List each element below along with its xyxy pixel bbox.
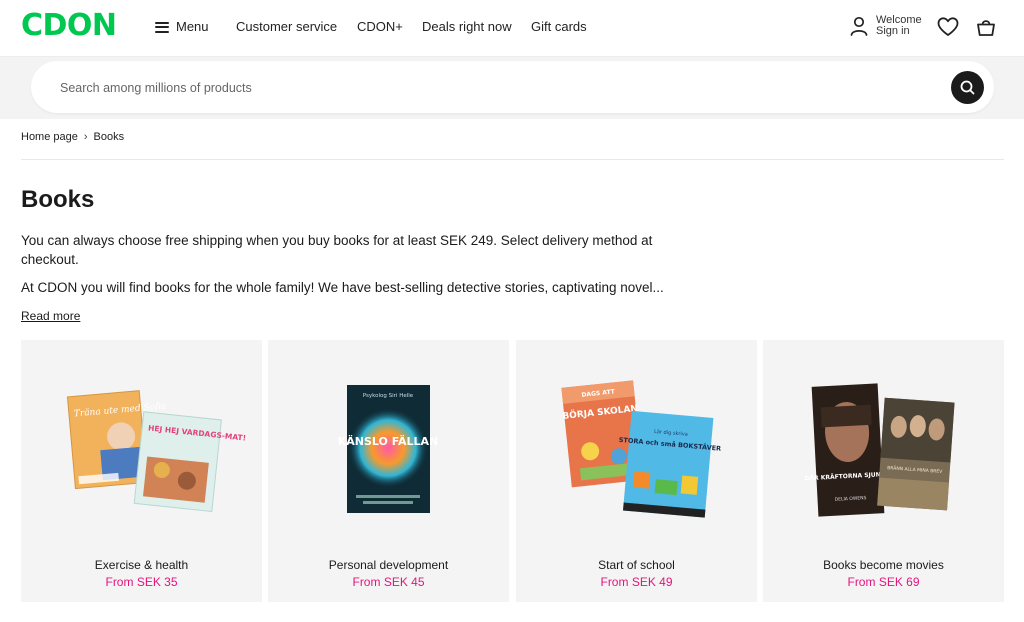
cart-button[interactable] bbox=[975, 16, 997, 38]
category-price: From SEK 45 bbox=[352, 575, 425, 589]
menu-label: Menu bbox=[176, 19, 209, 34]
category-price: From SEK 49 bbox=[600, 575, 673, 589]
nav-link-cdon-plus[interactable]: CDON+ bbox=[357, 19, 403, 35]
category-name: Personal development bbox=[328, 558, 449, 572]
hamburger-icon bbox=[155, 21, 169, 33]
category-price: From SEK 35 bbox=[105, 575, 178, 589]
cdon-logo[interactable]: CDON bbox=[21, 11, 117, 41]
books-image-books-become-movies: DÄR KRÄFTORNA SJUNGER DELIA OWENS BRÄNN … bbox=[804, 383, 955, 517]
account-text: Welcome Sign in bbox=[876, 15, 922, 37]
sign-in-text: Sign in bbox=[876, 25, 910, 37]
books-image-exercise-health: Träna ute med Sofia HEJ HEJ VARDAGS-MAT! bbox=[66, 390, 247, 513]
cover-author-2: Psykolog Siri Helle bbox=[363, 393, 414, 399]
search-icon bbox=[960, 80, 975, 95]
category-name: Books become movies bbox=[823, 558, 944, 572]
chevron-right-icon: › bbox=[83, 131, 88, 143]
breadcrumb-current: Books bbox=[93, 131, 125, 143]
nav-link-deals[interactable]: Deals right now bbox=[422, 19, 512, 35]
category-description-text: At CDON you will find books for the whol… bbox=[21, 280, 664, 295]
category-name: Exercise & health bbox=[94, 558, 189, 572]
books-image-personal-development: Psykolog Siri Helle KÄNSLO FÄLLAN bbox=[338, 385, 438, 513]
cart-icon bbox=[977, 20, 995, 36]
menu-button[interactable]: Menu bbox=[155, 19, 209, 35]
breadcrumb-home[interactable]: Home page bbox=[21, 131, 78, 143]
category-name: Start of school bbox=[598, 558, 675, 572]
search-input[interactable] bbox=[60, 77, 920, 99]
nav-link-customer-service[interactable]: Customer service bbox=[236, 19, 337, 35]
search-bar bbox=[31, 61, 994, 113]
search-band bbox=[0, 57, 1024, 119]
books-image-start-of-school: DAGS ATT BÖRJA SKOLAN Lär dig skriva STO… bbox=[561, 380, 722, 518]
site-header: CDON Menu Customer service CDON+ Deals r… bbox=[0, 0, 1024, 57]
category-card-start-of-school[interactable]: DAGS ATT BÖRJA SKOLAN Lär dig skriva STO… bbox=[516, 340, 757, 602]
category-card-books-become-movies[interactable]: DÄR KRÄFTORNA SJUNGER DELIA OWENS BRÄNN … bbox=[763, 340, 1004, 602]
nav-link-gift-cards[interactable]: Gift cards bbox=[531, 19, 587, 35]
breadcrumb: Home page › Books bbox=[21, 131, 124, 143]
page-title: Books bbox=[21, 186, 95, 213]
account-sign-in[interactable]: Welcome Sign in bbox=[850, 15, 922, 37]
cover-title-2: KÄNSLO FÄLLAN bbox=[338, 434, 438, 448]
heart-icon bbox=[937, 17, 959, 36]
divider bbox=[21, 159, 1004, 160]
search-button[interactable] bbox=[951, 71, 984, 104]
wishlist-button[interactable] bbox=[937, 16, 959, 38]
shipping-info-text: You can always choose free shipping when… bbox=[21, 233, 653, 267]
user-icon bbox=[850, 16, 868, 36]
read-more-link[interactable]: Read more bbox=[21, 309, 80, 323]
category-price: From SEK 69 bbox=[847, 575, 920, 589]
category-card-personal-development[interactable]: Psykolog Siri Helle KÄNSLO FÄLLAN Person… bbox=[268, 340, 509, 602]
category-card-exercise-health[interactable]: Träna ute med Sofia HEJ HEJ VARDAGS-MAT!… bbox=[21, 340, 262, 602]
